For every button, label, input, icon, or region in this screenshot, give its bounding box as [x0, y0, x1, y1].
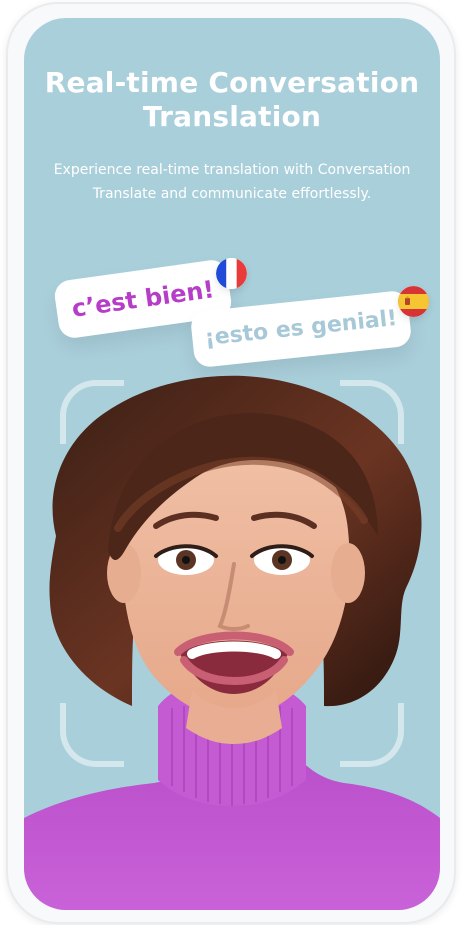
spanish-translation-text: ¡esto es genial!: [203, 305, 399, 352]
woman-portrait-photo: [24, 375, 440, 910]
france-flag-icon: [216, 258, 247, 289]
page-title: Real-time Conversation Translation: [44, 66, 420, 133]
page-subtitle: Experience real-time translation with Co…: [53, 162, 411, 202]
phone-frame: Real-time Conversation Translation Exper…: [6, 2, 456, 924]
app-screen: Real-time Conversation Translation Exper…: [24, 18, 440, 910]
spain-flag-icon: [398, 286, 429, 317]
